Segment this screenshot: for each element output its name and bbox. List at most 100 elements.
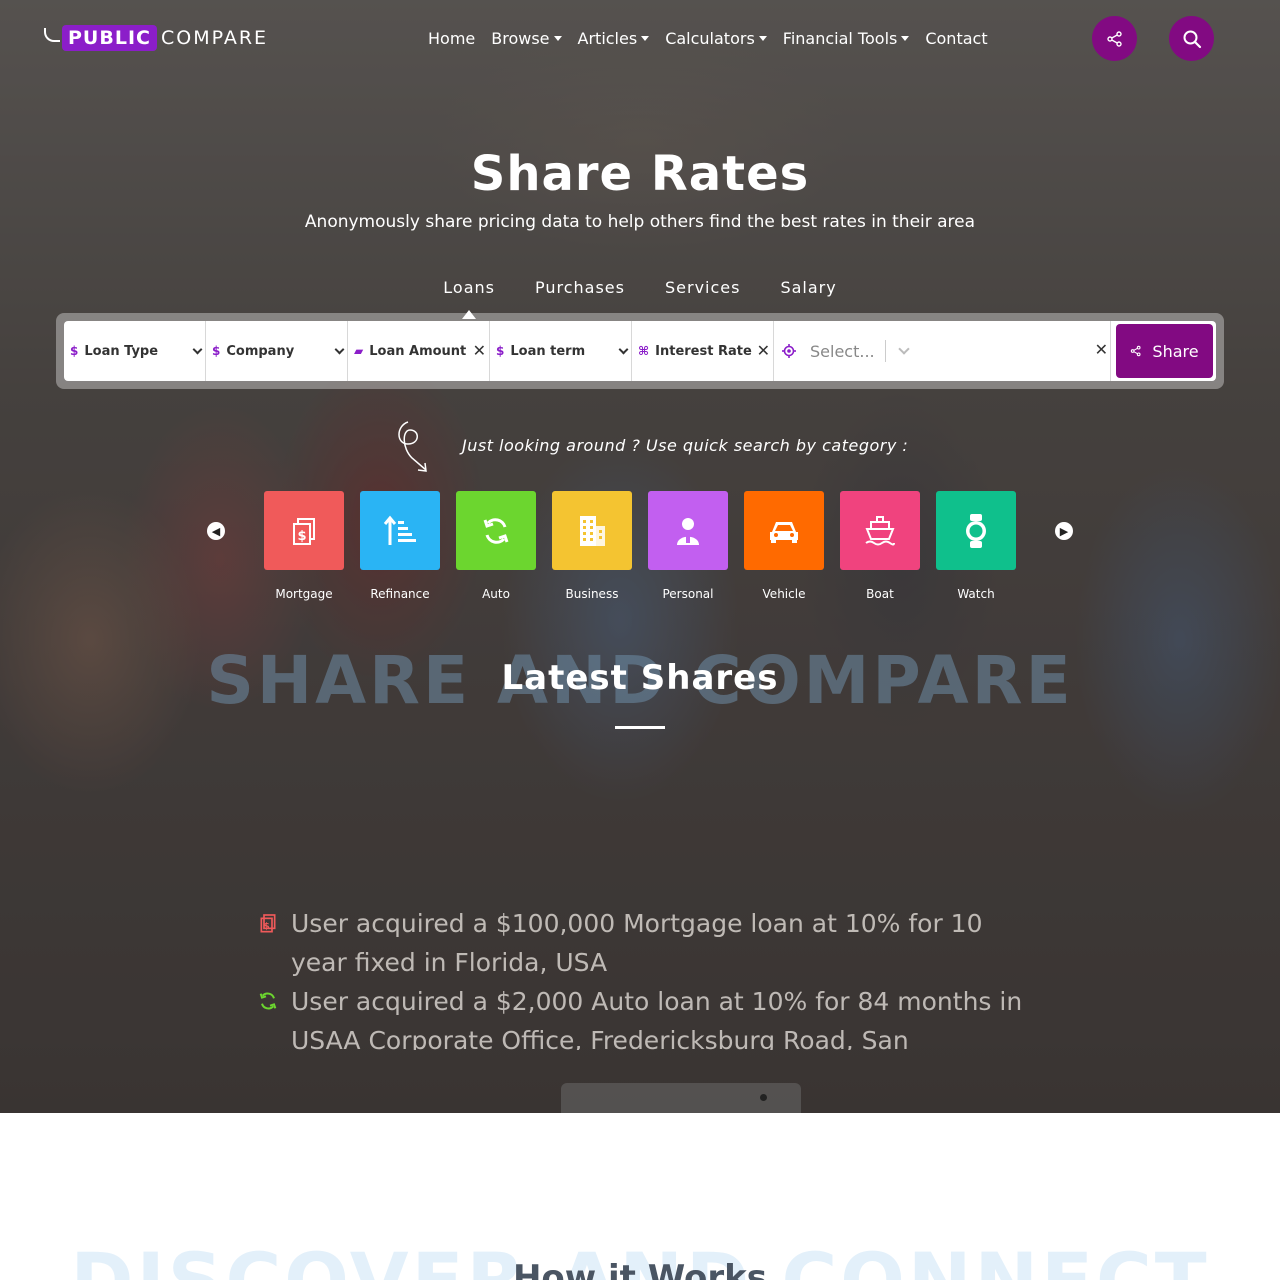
location-select[interactable]: Select... ✕ [774,321,1111,381]
share-form-fields: $ Loan Type $ Company ▰ Loan Amount ✕ $ … [64,321,1216,381]
logo-text: COMPARE [160,27,269,49]
loan-term-select[interactable]: $ Loan term [490,321,632,381]
nav-browse[interactable]: Browse [483,26,569,50]
caret-down-icon [901,35,910,41]
search-round-button[interactable] [1169,16,1214,61]
loan-type-label: Loan Type [84,343,159,359]
category-personal-tile [648,491,728,570]
money-icon: $ [212,344,221,358]
refinance-icon [383,515,416,545]
category-refinance[interactable]: Refinance [360,491,440,601]
category-mortgage[interactable]: $ Mortgage [264,491,344,601]
chevron-down-icon [334,344,345,355]
share-round-button[interactable] [1092,16,1137,61]
brand-logo[interactable]: PUBLIC COMPARE [44,20,268,56]
background-tablet-dot [760,1094,767,1101]
location-placeholder: Select... [810,341,875,361]
tab-purchases[interactable]: Purchases [515,278,645,297]
share-text: User acquired a $100,000 Mortgage loan a… [291,909,983,977]
share-text: User acquired a $2,000 Auto loan at 10% … [291,987,1023,1050]
svg-text:$: $ [297,529,306,544]
loan-type-select[interactable]: $ Loan Type [64,321,206,381]
nav-financial-tools-label: Financial Tools [782,28,898,48]
category-auto-tile [456,491,536,570]
list-item[interactable]: $ User acquired a $100,000 Mortgage loan… [258,904,1038,982]
loan-amount-label: Loan Amount [369,343,467,359]
nav-calculators[interactable]: Calculators [657,26,775,50]
clear-icon[interactable]: ✕ [473,341,486,360]
category-watch[interactable]: Watch [936,491,1016,601]
interest-rate-label: Interest Rate [655,343,752,359]
category-label: Watch [957,587,995,601]
mortgage-icon: $ [260,914,276,933]
hero-section: PUBLIC COMPARE Home Browse Articles Calc… [0,0,1280,1113]
nav-contact[interactable]: Contact [917,26,995,50]
category-boat-tile [840,491,920,570]
logo-hook-icon [44,28,60,42]
category-vehicle-tile [744,491,824,570]
money-icon: $ [496,344,505,358]
latest-shares-title: Latest Shares [501,658,779,698]
carousel-prev-button[interactable]: ◀ [207,522,225,540]
nav-articles-label: Articles [577,28,638,48]
category-carousel: $ Mortgage Refinance Auto Business Perso… [264,491,1016,601]
category-label: Vehicle [762,587,806,601]
category-label: Boat [866,587,894,601]
select-separator [884,340,886,362]
chevron-down-icon [192,344,203,355]
mortgage-icon: $ [293,517,315,545]
command-icon: ⌘ [638,344,650,358]
category-refinance-tile [360,491,440,570]
nav-calculators-label: Calculators [665,28,755,48]
nav-financial-tools[interactable]: Financial Tools [775,26,918,50]
boat-icon [865,515,895,545]
search-icon [1183,30,1201,48]
share-submit-button[interactable]: Share [1116,324,1213,378]
clear-icon[interactable]: ✕ [757,341,770,360]
title-underline [615,726,665,729]
watch-icon [966,513,986,548]
category-label: Refinance [370,587,430,601]
carousel-next-button[interactable]: ▶ [1055,522,1073,540]
share-icon [1106,30,1122,47]
category-vehicle[interactable]: Vehicle [744,491,824,601]
chevron-down-icon[interactable] [897,342,910,355]
nav-articles[interactable]: Articles [570,26,658,50]
category-label: Auto [482,587,510,601]
loan-term-label: Loan term [510,343,586,359]
caret-down-icon [641,35,650,41]
loan-amount-input[interactable]: ▰ Loan Amount ✕ [348,321,490,381]
category-label: Mortgage [275,587,333,601]
money-icon: $ [70,344,79,358]
caret-down-icon [758,35,767,41]
company-select[interactable]: $ Company [206,321,348,381]
svg-text:$: $ [264,922,270,932]
list-item[interactable]: User acquired a $2,000 Auto loan at 10% … [258,982,1038,1050]
category-personal[interactable]: Personal [648,491,728,601]
company-label: Company [226,343,295,359]
category-business[interactable]: Business [552,491,632,601]
category-boat[interactable]: Boat [840,491,920,601]
feed-item-icon [258,982,291,1016]
how-it-works-title: How it Works [512,1258,768,1280]
auto-icon [259,992,277,1010]
nav-home[interactable]: Home [420,26,483,50]
business-icon [580,515,605,546]
latest-shares-feed: $ User acquired a $100,000 Mortgage loan… [258,904,1038,1050]
tab-services[interactable]: Services [645,278,760,297]
auto-icon [483,517,509,544]
share-button-label: Share [1152,341,1199,361]
category-auto[interactable]: Auto [456,491,536,601]
page-title: Share Rates [470,146,810,202]
interest-rate-input[interactable]: ⌘ Interest Rate ✕ [632,321,774,381]
tab-salary[interactable]: Salary [760,278,856,297]
chevron-down-icon [618,344,629,355]
category-mortgage-tile: $ [264,491,344,570]
quick-search-hint: Just looking around ? Use quick search b… [462,436,909,455]
personal-icon [677,517,699,545]
clear-icon[interactable]: ✕ [1095,340,1108,359]
vehicle-icon [770,521,798,543]
share-icon [1131,345,1141,357]
tab-loans[interactable]: Loans [423,278,515,319]
caret-down-icon [553,35,562,41]
